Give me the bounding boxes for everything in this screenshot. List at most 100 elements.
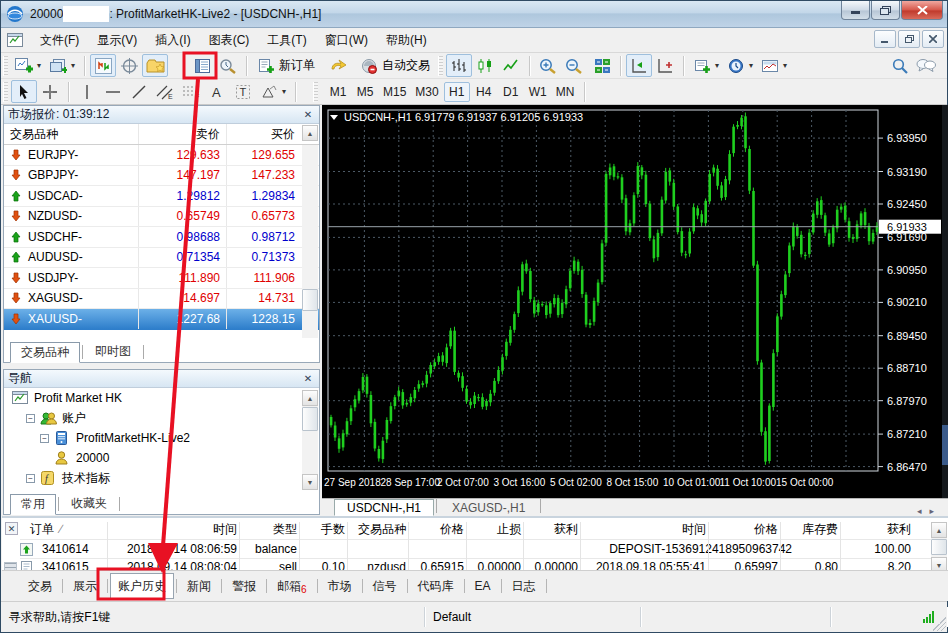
market-watch-tab[interactable]: 即时图 [85,341,141,362]
terminal-tab-3[interactable]: 新闻 [179,578,219,595]
resize-grip[interactable] [932,617,946,631]
timeframe-w1[interactable]: W1 [525,82,551,102]
market-watch-row[interactable]: XAUUSD-1227.681228.15 [4,309,319,330]
terminal-tab-8[interactable]: 代码库 [410,578,462,595]
column-header-symbol[interactable]: 交易品种 [4,124,139,144]
data-window-icon[interactable] [116,54,142,77]
navigator-header[interactable]: 导航 ✕ [4,370,319,388]
tile-windows-icon[interactable] [589,54,615,77]
market-watch-row[interactable]: GBPJPY-147.197147.233 [4,166,319,187]
menu-window[interactable]: 窗口(W) [316,28,377,53]
channel-icon[interactable]: E [152,80,178,103]
market-watch-row[interactable]: NZDUSD-0.657490.65773 [4,207,319,228]
periods-icon-caret[interactable]: ▾ [749,61,753,70]
terminal-tab-1[interactable]: 展示 [65,578,105,595]
undo-icon[interactable] [325,54,351,77]
market-watch-close-icon[interactable]: ✕ [301,109,315,120]
menu-file[interactable]: 文件(F) [31,28,88,53]
chart-shift-icon[interactable] [626,54,652,77]
minimize-button[interactable] [841,1,870,20]
terminal-tab-6[interactable]: 市场 [320,578,360,595]
profiles-icon-caret[interactable]: ▾ [71,61,75,70]
tree-item[interactable]: −账户 [4,408,303,428]
new-chart-icon-caret[interactable]: ▾ [715,61,719,70]
terminal-tab-ea[interactable]: EA [467,579,499,593]
crosshair-icon[interactable] [37,80,63,103]
market-watch-row[interactable]: USDCAD-1.298121.29834 [4,186,319,207]
fibonacci-icon[interactable]: F [178,80,204,103]
timeframe-d1[interactable]: D1 [498,82,524,102]
auto-scroll-icon[interactable] [652,54,678,77]
strategy-tester-icon[interactable] [215,54,241,77]
market-watch-row[interactable]: AUDUSD-0.713540.71373 [4,248,319,269]
navigator-tab[interactable]: 常用 [10,494,56,515]
scroll-up-icon[interactable]: ▲ [931,522,947,538]
arrows-icon[interactable] [256,80,282,103]
zoom-in-icon[interactable] [535,54,561,77]
menu-charts[interactable]: 图表(C) [200,28,259,53]
timeframe-m15[interactable]: M15 [379,82,410,102]
menu-insert[interactable]: 插入(I) [146,28,199,53]
orders-column-header[interactable]: 订单 ∕ [30,520,110,538]
market-watch-row[interactable]: EURJPY-129.633129.655 [4,145,319,166]
terminal-tab-7[interactable]: 信号 [365,578,405,595]
market-watch-row[interactable]: USDJPY-111.890111.906 [4,268,319,289]
timeframe-m1[interactable]: M1 [325,82,351,102]
restore-button[interactable] [871,1,900,20]
cursor-icon[interactable] [11,80,37,103]
profiles-icon[interactable] [45,54,71,77]
arrows-caret[interactable]: ▾ [282,87,286,96]
column-header-ask[interactable]: 买价 [227,124,299,144]
chart-tab-scroll-icons[interactable]: ◂▸ [917,506,942,516]
chart-tab[interactable]: USDCNH-,H1 [334,499,434,516]
terminal-scrollbar[interactable]: ▲ ▼ [931,522,947,573]
orders-column-header[interactable]: 获利 [488,520,578,538]
menu-help[interactable]: 帮助(H) [377,28,436,53]
new-order-button[interactable]: 新订单 [252,55,321,77]
navigator-close-icon[interactable]: ✕ [301,373,315,384]
navigator-icon[interactable] [142,54,168,77]
mdi-restore-button[interactable] [898,30,920,48]
zoom-out-icon[interactable] [561,54,587,77]
navigator-tab[interactable]: 收藏夹 [61,493,117,514]
line-chart-mode-icon[interactable] [498,54,524,77]
trendline-icon[interactable] [126,80,152,103]
templates-icon[interactable] [757,54,783,77]
scroll-up-icon[interactable]: ▲ [302,390,318,406]
candlestick-mode-icon[interactable] [472,54,498,77]
terminal-icon[interactable] [189,54,215,77]
tree-item[interactable]: −ProfitMarketHK-Live2 [4,428,303,448]
expander-icon[interactable]: − [26,474,35,483]
scroll-up-icon[interactable]: ▲ [302,125,318,141]
close-button[interactable] [901,1,943,20]
text-icon[interactable]: A [204,80,230,103]
timeframe-h1[interactable]: H1 [444,82,470,102]
chart-tab[interactable]: XAGUSD-,H1 [439,499,538,516]
market-watch-scrollbar[interactable]: ▲ ▼ [302,145,318,361]
expander-icon[interactable]: − [26,414,35,423]
order-row[interactable]: 34106142018.09.14 08:06:59balanceDEPOSIT… [20,540,931,558]
market-watch-header[interactable]: 市场报价: 01:39:12 ✕ [4,106,319,124]
timeframe-h4[interactable]: H4 [471,82,497,102]
new-chart-icon[interactable] [689,54,715,77]
price-chart[interactable]: 6.939506.931906.924506.916906.909506.902… [322,105,948,498]
timeframe-mn[interactable]: MN [552,82,579,102]
column-header-bid[interactable]: 卖价 [139,124,227,144]
autotrading-button[interactable]: 自动交易 [355,55,436,77]
timeframe-m5[interactable]: M5 [352,82,378,102]
status-profile[interactable]: Default [425,607,641,627]
search-icon[interactable] [887,54,913,77]
orders-column-header[interactable]: 获利 [821,520,911,538]
chat-icon[interactable] [913,54,939,77]
tree-item[interactable]: −f技术指标 [4,468,303,488]
terminal-tab-4[interactable]: 警报 [224,578,264,595]
terminal-tab-0[interactable]: 交易 [20,578,60,595]
terminal-close-icon[interactable]: ✕ [5,522,18,535]
bar-chart-mode-icon[interactable] [446,54,472,77]
mdi-minimize-button[interactable] [874,30,896,48]
terminal-tab-10[interactable]: 日志 [504,578,544,595]
expander-icon[interactable]: − [40,434,49,443]
market-watch-row[interactable]: XAGUSD-14.69714.731 [4,289,319,310]
vertical-line-icon[interactable] [74,80,100,103]
mdi-close-button[interactable] [922,30,944,48]
